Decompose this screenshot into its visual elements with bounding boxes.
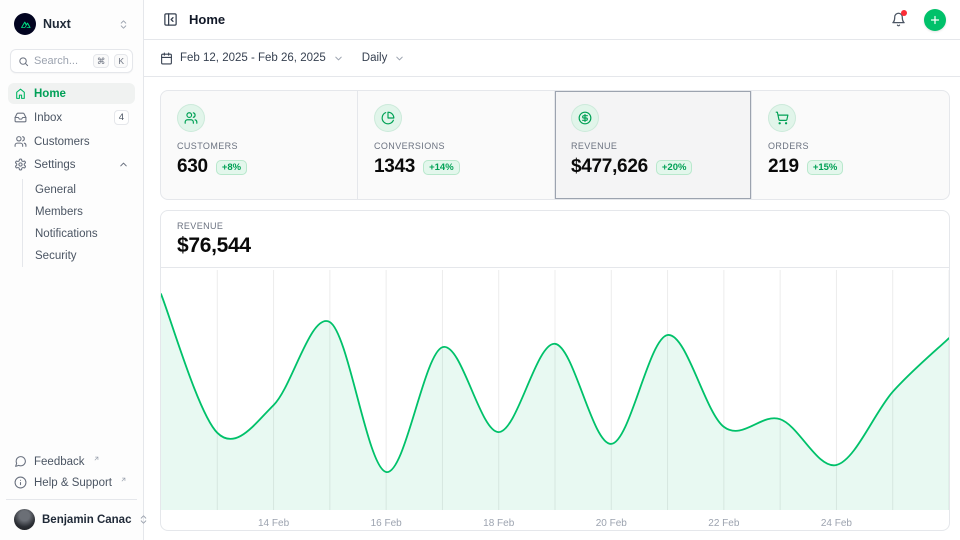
sidebar: Nuxt Search... ⌘ K Home Inbox 4 <box>0 0 144 540</box>
dashboard-content: CUSTOMERS 630 +8% CONVERSIONS 1343 +14% <box>144 77 960 540</box>
chevron-up-icon <box>118 159 129 170</box>
stat-card-customers[interactable]: CUSTOMERS 630 +8% <box>161 91 358 199</box>
chevron-down-icon <box>333 53 344 64</box>
date-range-label: Feb 12, 2025 - Feb 26, 2025 <box>180 52 326 64</box>
svg-text:16 Feb: 16 Feb <box>371 518 403 529</box>
sidebar-item-general[interactable]: General <box>23 179 135 201</box>
help-support-link[interactable]: Help & Support <box>8 472 135 493</box>
change-badge: +15% <box>807 160 844 175</box>
chart-header: REVENUE $76,544 <box>161 211 949 268</box>
change-badge: +8% <box>216 160 247 175</box>
sidebar-item-inbox[interactable]: Inbox 4 <box>8 106 135 129</box>
inbox-icon <box>14 111 27 124</box>
sidebar-item-label: Inbox <box>34 112 107 124</box>
help-support-label: Help & Support <box>34 477 112 489</box>
workspace-switcher[interactable]: Nuxt <box>8 8 135 40</box>
user-name: Benjamin Canac <box>42 514 131 526</box>
main-area: Home Feb 12, 2025 - Feb 26, 2025 Daily <box>144 0 960 540</box>
search-icon <box>18 56 29 67</box>
chat-bubble-icon <box>14 455 27 468</box>
svg-text:24 Feb: 24 Feb <box>821 518 853 529</box>
sidebar-nav: Home Inbox 4 Customers Settings General <box>8 83 135 267</box>
revenue-chart-card: REVENUE $76,544 14 Feb 16 Feb 18 Feb 20 Feb… <box>160 210 950 531</box>
svg-text:18 Feb: 18 Feb <box>483 518 515 529</box>
avatar <box>14 509 35 530</box>
gear-icon <box>14 158 27 171</box>
sidebar-item-home[interactable]: Home <box>8 83 135 104</box>
calendar-icon <box>160 52 173 65</box>
chevrons-up-down-icon <box>118 19 129 30</box>
users-icon <box>14 135 27 148</box>
kbd-k: K <box>114 54 128 68</box>
granularity-select[interactable]: Daily <box>362 52 406 64</box>
search-placeholder: Search... <box>34 55 88 67</box>
app-window: Nuxt Search... ⌘ K Home Inbox 4 <box>0 0 960 540</box>
feedback-link[interactable]: Feedback <box>8 451 135 472</box>
info-circle-icon <box>14 476 27 489</box>
notification-dot <box>901 10 907 16</box>
sidebar-item-security[interactable]: Security <box>23 245 135 267</box>
date-range-picker[interactable]: Feb 12, 2025 - Feb 26, 2025 <box>160 52 344 65</box>
workspace-name: Nuxt <box>43 17 111 31</box>
chart-pie-icon <box>381 111 395 125</box>
chart-metric-value: $76,544 <box>177 234 933 258</box>
notifications-button[interactable] <box>885 7 911 33</box>
sidebar-item-notifications[interactable]: Notifications <box>23 223 135 245</box>
inbox-count-badge: 4 <box>114 110 129 125</box>
sidebar-spacer <box>8 267 135 451</box>
sidebar-item-label: Customers <box>34 136 129 148</box>
stat-value: 219 <box>768 156 799 178</box>
stat-value: $477,626 <box>571 156 648 178</box>
sidebar-item-label: Home <box>34 88 129 100</box>
sidebar-item-members[interactable]: Members <box>23 201 135 223</box>
stat-label: ORDERS <box>768 141 933 151</box>
change-badge: +20% <box>656 160 693 175</box>
chart-metric-label: REVENUE <box>177 221 933 231</box>
svg-text:22 Feb: 22 Feb <box>708 518 740 529</box>
sidebar-item-settings[interactable]: Settings <box>8 154 135 175</box>
filters-toolbar: Feb 12, 2025 - Feb 26, 2025 Daily <box>144 40 960 77</box>
stat-card-revenue[interactable]: REVENUE $477,626 +20% <box>555 91 752 199</box>
stat-label: REVENUE <box>571 141 735 151</box>
page-title: Home <box>189 12 876 27</box>
kbd-cmd: ⌘ <box>93 54 110 68</box>
page-header: Home <box>144 0 960 40</box>
users-icon <box>184 111 198 125</box>
circle-dollar-icon <box>578 111 592 125</box>
external-link-icon <box>120 474 127 486</box>
revenue-area-chart: 14 Feb 16 Feb 18 Feb 20 Feb 22 Feb 24 Feb <box>161 268 949 530</box>
search-input[interactable]: Search... ⌘ K <box>10 49 133 73</box>
stat-card-orders[interactable]: ORDERS 219 +15% <box>752 91 949 199</box>
feedback-label: Feedback <box>34 456 85 468</box>
nuxt-logo-icon <box>14 13 36 35</box>
user-menu[interactable]: Benjamin Canac <box>8 505 135 534</box>
plus-icon <box>929 14 941 26</box>
external-link-icon <box>93 453 100 465</box>
add-button[interactable] <box>924 9 946 31</box>
sidebar-divider <box>6 499 137 500</box>
stat-value: 630 <box>177 156 208 178</box>
stat-label: CONVERSIONS <box>374 141 538 151</box>
svg-text:14 Feb: 14 Feb <box>258 518 290 529</box>
cart-icon <box>775 111 789 125</box>
chart-plot-area[interactable]: 14 Feb 16 Feb 18 Feb 20 Feb 22 Feb 24 Feb <box>161 268 949 530</box>
stat-label: CUSTOMERS <box>177 141 341 151</box>
chevron-down-icon <box>394 53 405 64</box>
sidebar-item-customers[interactable]: Customers <box>8 131 135 152</box>
stat-value: 1343 <box>374 156 415 178</box>
collapse-sidebar-button[interactable] <box>160 7 180 33</box>
stat-card-conversions[interactable]: CONVERSIONS 1343 +14% <box>358 91 555 199</box>
home-icon <box>14 87 27 100</box>
sidebar-item-label: Settings <box>34 159 111 171</box>
granularity-label: Daily <box>362 52 388 64</box>
stats-row: CUSTOMERS 630 +8% CONVERSIONS 1343 +14% <box>160 90 950 200</box>
panel-left-close-icon <box>163 12 178 27</box>
svg-text:20 Feb: 20 Feb <box>596 518 628 529</box>
change-badge: +14% <box>423 160 460 175</box>
settings-sub-list: General Members Notifications Security <box>22 179 135 267</box>
